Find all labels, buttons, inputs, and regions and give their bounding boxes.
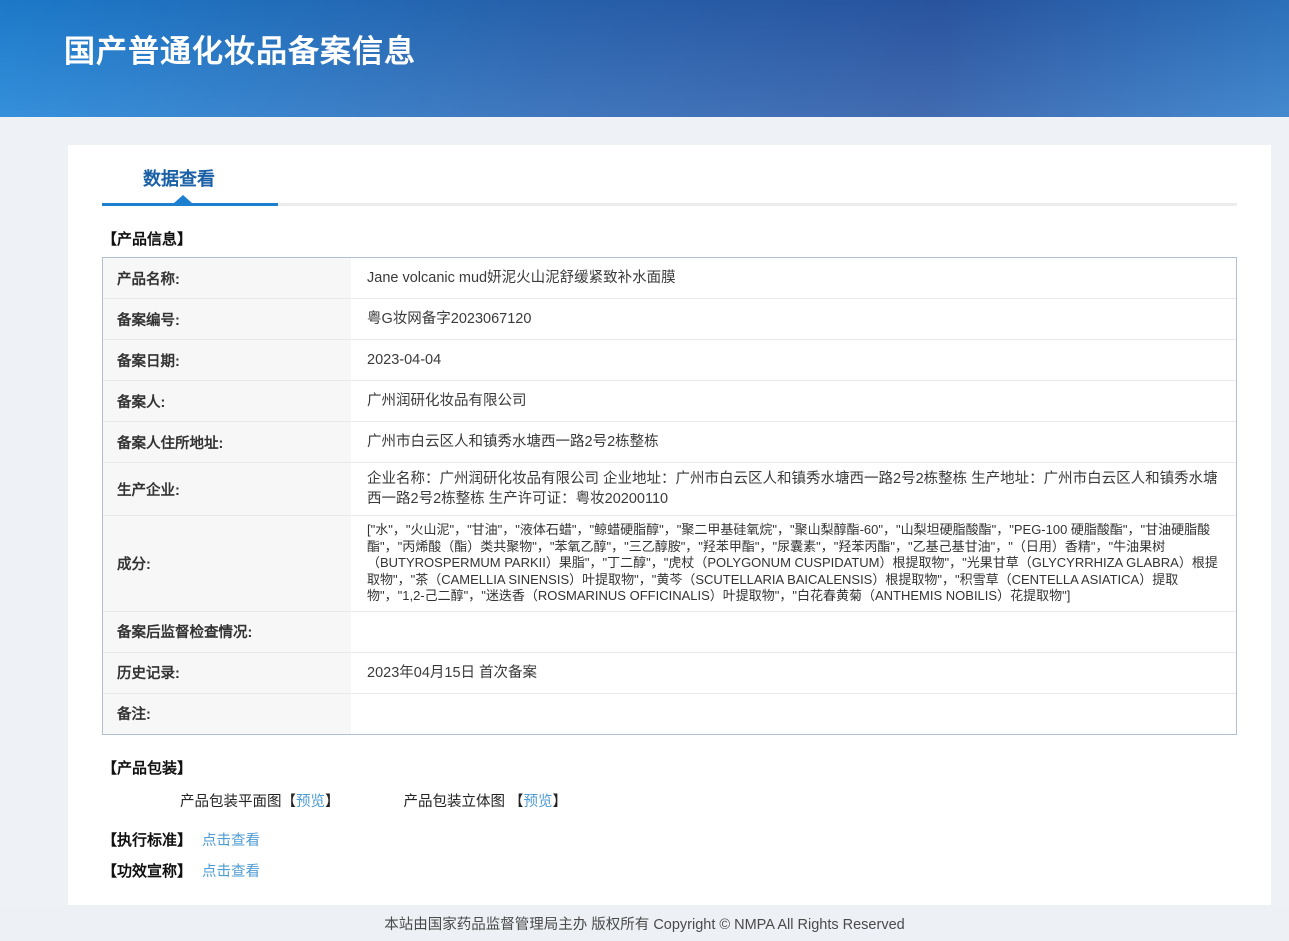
row-value-remarks [351, 694, 1236, 734]
packaging-stereo-label: 产品包装立体图 [404, 794, 510, 810]
row-label-supervision-check: 备案后监督检查情况: [103, 612, 351, 652]
row-value-product-name: Jane volcanic mud妍泥火山泥舒缓紧致补水面膜 [351, 258, 1236, 298]
standard-view-link[interactable]: 点击查看 [202, 833, 260, 849]
bracket-close: 】 [325, 794, 340, 810]
row-label-product-name: 产品名称: [103, 258, 351, 298]
row-label-manufacturer: 生产企业: [103, 463, 351, 515]
row-label-history: 历史记录: [103, 653, 351, 693]
row-label-remarks: 备注: [103, 694, 351, 734]
row-value-registration-number: 粤G妆网备字2023067120 [351, 299, 1236, 339]
row-value-manufacturer: 企业名称：广州润研化妆品有限公司 企业地址：广州市白云区人和镇秀水塘西一路2号2… [351, 463, 1236, 515]
table-row: 备案日期: 2023-04-04 [103, 339, 1236, 380]
section-packaging-heading: 【产品包装】 [102, 757, 1237, 778]
row-label-registrant: 备案人: [103, 381, 351, 421]
tab-data-view[interactable]: 数据查看 [143, 165, 215, 191]
row-value-registrant: 广州润研化妆品有限公司 [351, 381, 1236, 421]
row-value-registration-date: 2023-04-04 [351, 340, 1236, 380]
table-row: 产品名称: Jane volcanic mud妍泥火山泥舒缓紧致补水面膜 [103, 258, 1236, 298]
row-label-registration-number: 备案编号: [103, 299, 351, 339]
row-label-registration-date: 备案日期: [103, 340, 351, 380]
packaging-flat-preview-link[interactable]: 预览 [296, 794, 325, 810]
page-title: 国产普通化妆品备案信息 [0, 0, 1289, 71]
row-value-history: 2023年04月15日 首次备案 [351, 653, 1236, 693]
tab-divider [102, 203, 1237, 206]
tab-active-underline [102, 203, 278, 206]
row-value-registrant-address: 广州市白云区人和镇秀水塘西一路2号2栋整栋 [351, 422, 1236, 462]
caret-up-icon [174, 195, 192, 203]
row-value-ingredients: ["水"，"火山泥"，"甘油"，"液体石蜡"，"鲸蜡硬脂醇"，"聚二甲基硅氧烷"… [351, 516, 1236, 611]
bracket-open: 【 [282, 794, 297, 810]
product-info-table: 产品名称: Jane volcanic mud妍泥火山泥舒缓紧致补水面膜 备案编… [102, 257, 1237, 735]
copyright-text: 本站由国家药品监督管理局主办 版权所有 Copyright © NMPA All… [384, 913, 904, 934]
packaging-stereo-item: 产品包装立体图 【预览】 [404, 794, 568, 810]
efficacy-view-link[interactable]: 点击查看 [202, 864, 260, 880]
section-product-info-heading: 【产品信息】 [102, 228, 1237, 249]
content-card: 数据查看 【产品信息】 产品名称: Jane volcanic mud妍泥火山泥… [68, 145, 1271, 909]
row-value-supervision-check [351, 612, 1236, 652]
page-footer: 本站由国家药品监督管理局主办 版权所有 Copyright © NMPA All… [0, 905, 1289, 941]
table-row: 历史记录: 2023年04月15日 首次备案 [103, 652, 1236, 693]
row-label-registrant-address: 备案人住所地址: [103, 422, 351, 462]
table-row: 备案后监督检查情况: [103, 611, 1236, 652]
page-header: 国产普通化妆品备案信息 [0, 0, 1289, 117]
table-row: 成分: ["水"，"火山泥"，"甘油"，"液体石蜡"，"鲸蜡硬脂醇"，"聚二甲基… [103, 515, 1236, 611]
table-row: 生产企业: 企业名称：广州润研化妆品有限公司 企业地址：广州市白云区人和镇秀水塘… [103, 462, 1236, 515]
packaging-flat-label: 产品包装平面图 [180, 794, 282, 810]
section-efficacy-heading: 【功效宣称】 [102, 863, 192, 880]
table-row: 备案人住所地址: 广州市白云区人和镇秀水塘西一路2号2栋整栋 [103, 421, 1236, 462]
packaging-links-row: 产品包装平面图【预览】产品包装立体图 【预览】 [180, 790, 1237, 811]
section-standard-heading: 【执行标准】 [102, 832, 192, 849]
packaging-flat-item: 产品包装平面图【预览】 [180, 794, 340, 810]
bracket-open: 【 [509, 794, 524, 810]
efficacy-row: 【功效宣称】点击查看 [102, 860, 1237, 881]
table-row: 备案人: 广州润研化妆品有限公司 [103, 380, 1236, 421]
standard-row: 【执行标准】点击查看 [102, 829, 1237, 850]
packaging-stereo-preview-link[interactable]: 预览 [524, 794, 553, 810]
row-label-ingredients: 成分: [103, 516, 351, 611]
table-row: 备注: [103, 693, 1236, 734]
bracket-close: 】 [553, 794, 568, 810]
table-row: 备案编号: 粤G妆网备字2023067120 [103, 298, 1236, 339]
